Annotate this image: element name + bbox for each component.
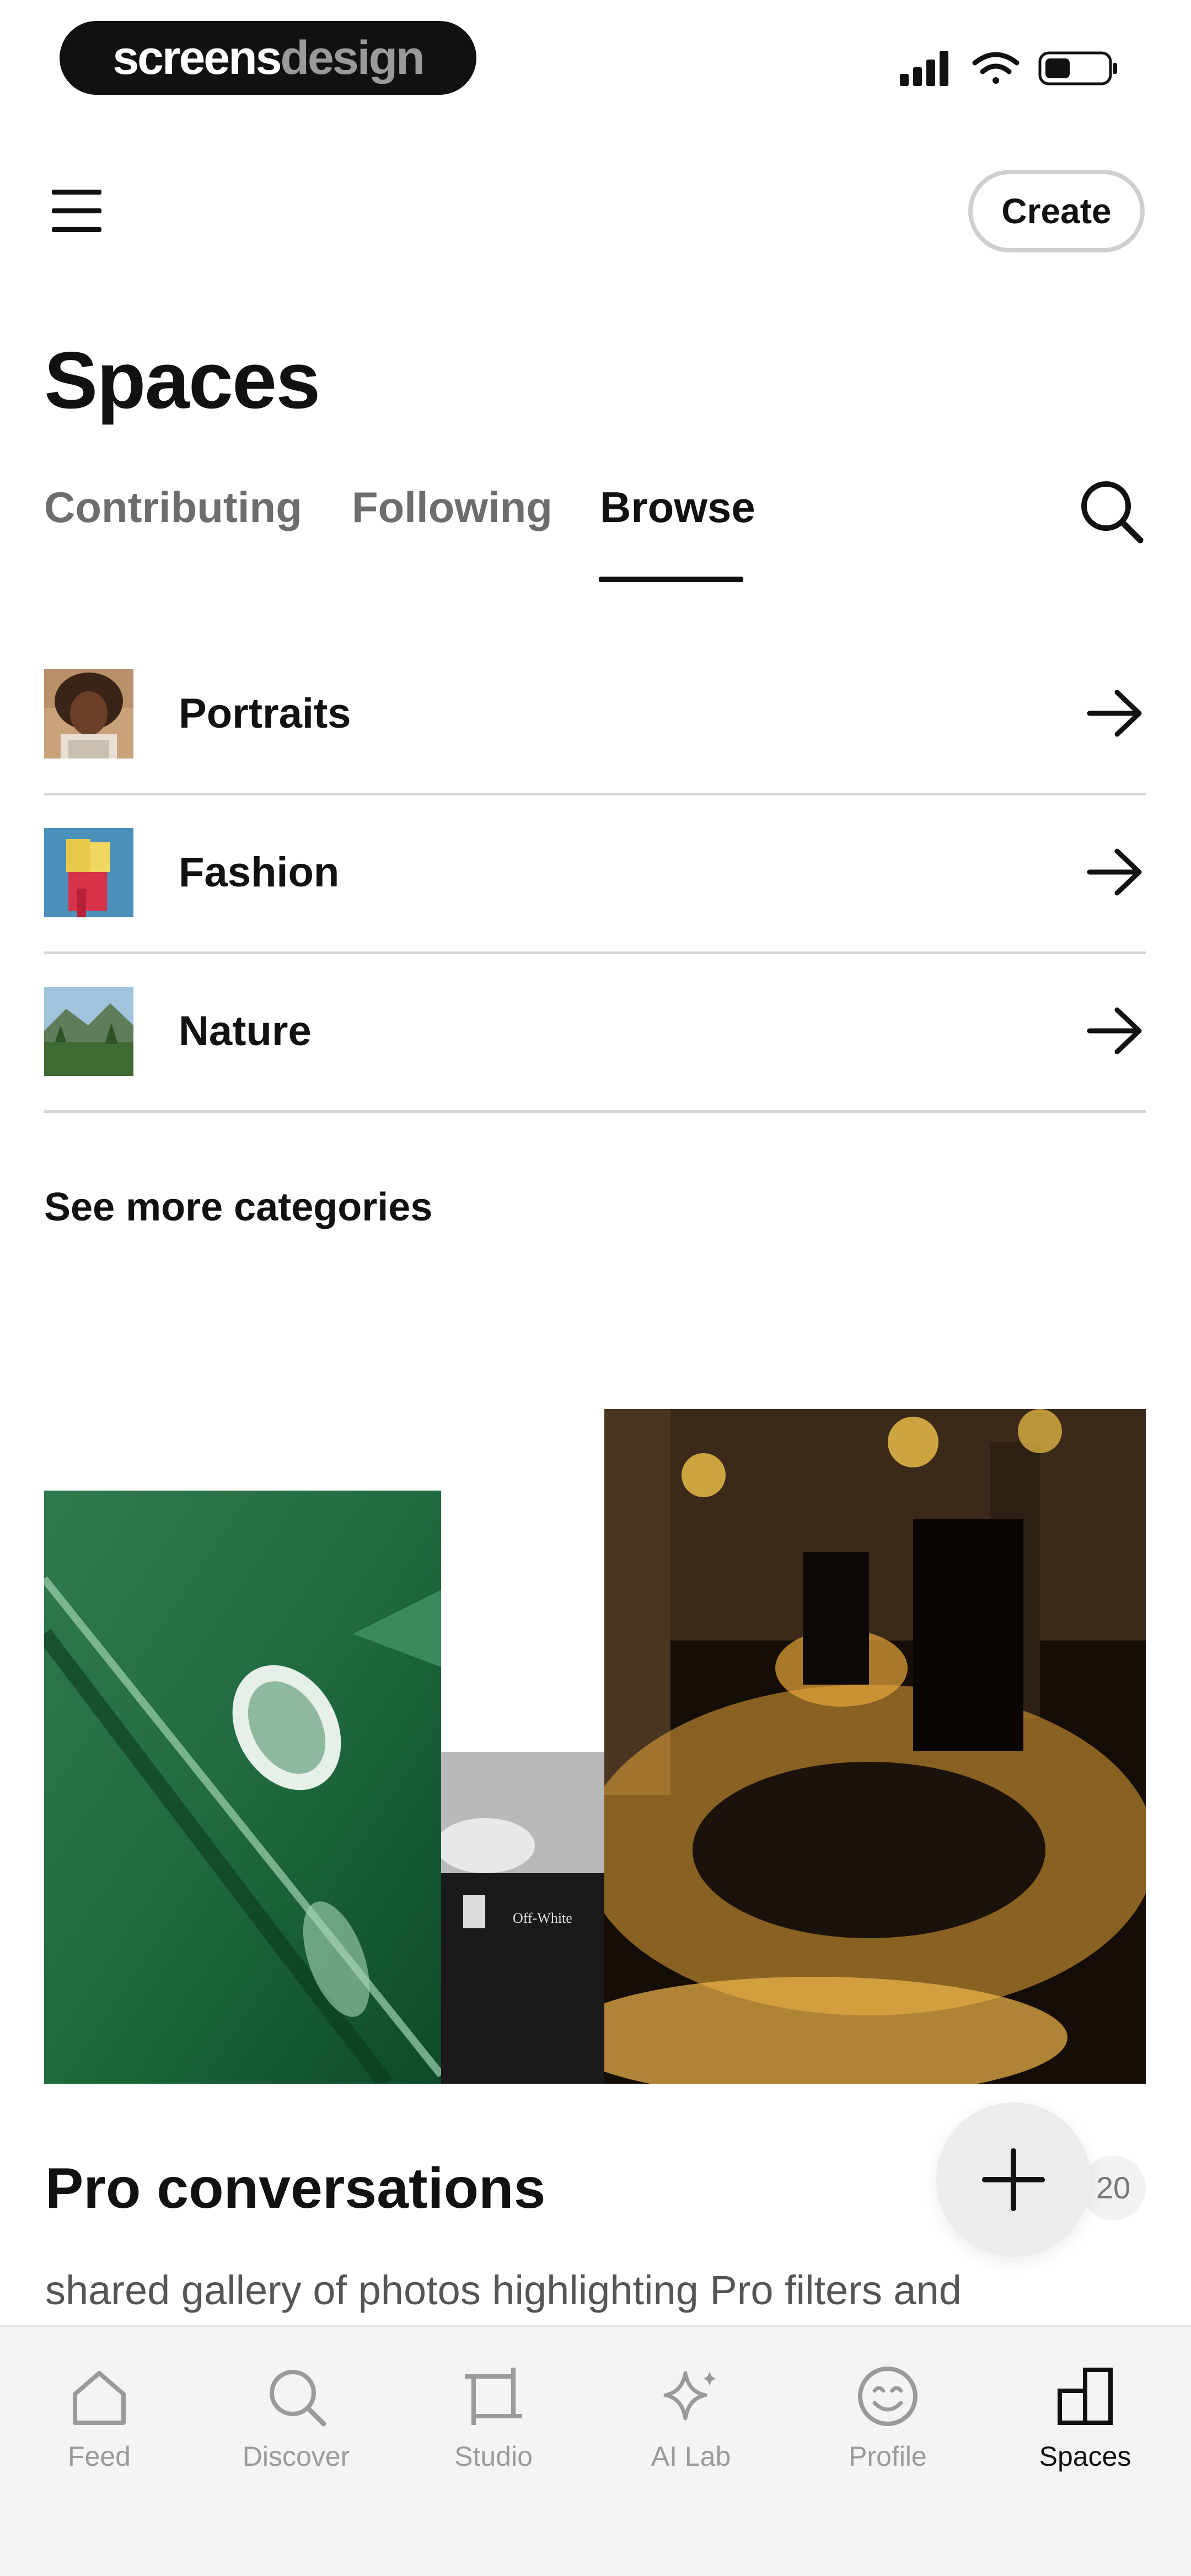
nav-spaces[interactable]: Spaces — [1002, 2343, 1168, 2487]
category-label: Nature — [179, 1008, 312, 1055]
search-icon — [1081, 481, 1144, 544]
card-description: shared gallery of photos highlighting Pr… — [45, 2267, 962, 2313]
fashion-thumbnail — [44, 828, 133, 917]
category-row-nature[interactable]: Nature — [44, 951, 1146, 1113]
hamburger-line — [52, 227, 101, 232]
brand-text-2: design — [280, 31, 425, 84]
menu-button[interactable] — [46, 182, 107, 243]
screensdesign-logo: screensdesign — [60, 21, 476, 95]
signal-icon — [900, 51, 948, 86]
gallery-photo-green-car[interactable] — [44, 1491, 441, 2084]
status-icons — [899, 49, 1119, 87]
nature-thumbnail — [44, 987, 133, 1076]
category-row-portraits[interactable]: Portraits — [44, 634, 1146, 795]
bottom-nav: Feed Discover Studio AI Lab Profile Spac… — [0, 2325, 1191, 2576]
category-row-fashion[interactable]: Fashion — [44, 793, 1146, 954]
category-label: Fashion — [179, 849, 340, 896]
nav-label: Discover — [242, 2441, 350, 2472]
card-title: Pro conversations — [45, 2156, 546, 2220]
nav-feed[interactable]: Feed — [17, 2343, 182, 2487]
brand-text-1: screens — [112, 31, 282, 84]
tab-browse[interactable]: Browse — [600, 480, 755, 535]
nav-label: Spaces — [1039, 2441, 1131, 2472]
nav-profile[interactable]: Profile — [805, 2343, 970, 2487]
hamburger-line — [52, 208, 101, 213]
plus-icon — [982, 2148, 1045, 2211]
wifi-icon — [972, 52, 1020, 84]
nav-ai-lab[interactable]: AI Lab — [608, 2343, 774, 2487]
smiley-icon — [858, 2367, 918, 2426]
hamburger-icon — [52, 190, 101, 195]
battery-icon — [1038, 51, 1117, 85]
nav-label: Feed — [68, 2441, 131, 2472]
arrow-right-icon — [1087, 1007, 1142, 1055]
crop-icon — [465, 2368, 522, 2425]
add-button[interactable] — [936, 2102, 1091, 2257]
tab-contributing[interactable]: Contributing — [44, 480, 302, 535]
create-button[interactable]: Create — [968, 170, 1145, 252]
nav-label: AI Lab — [651, 2441, 731, 2472]
tab-following[interactable]: Following — [352, 480, 552, 535]
page-title: Spaces — [44, 335, 320, 425]
portraits-thumbnail — [44, 669, 133, 759]
home-icon — [73, 2371, 126, 2425]
gallery-photo-offwhite[interactable]: Off-White — [441, 1752, 604, 2084]
search-button[interactable] — [1075, 475, 1147, 547]
gallery-photo-candles[interactable] — [604, 1409, 1146, 2084]
nav-studio[interactable]: Studio — [411, 2343, 576, 2487]
arrow-right-icon — [1087, 690, 1142, 737]
search-icon — [270, 2370, 326, 2427]
nav-label: Studio — [454, 2441, 533, 2472]
svg-text:Off-White: Off-White — [513, 1910, 572, 1926]
nav-label: Profile — [849, 2441, 927, 2472]
see-more-categories-link[interactable]: See more categories — [44, 1180, 432, 1235]
nav-discover[interactable]: Discover — [213, 2343, 379, 2487]
category-label: Portraits — [179, 690, 351, 737]
sparkle-icon — [663, 2371, 716, 2421]
active-tab-indicator — [599, 577, 743, 582]
spaces-icon — [1058, 2368, 1113, 2425]
arrow-right-icon — [1087, 848, 1142, 896]
